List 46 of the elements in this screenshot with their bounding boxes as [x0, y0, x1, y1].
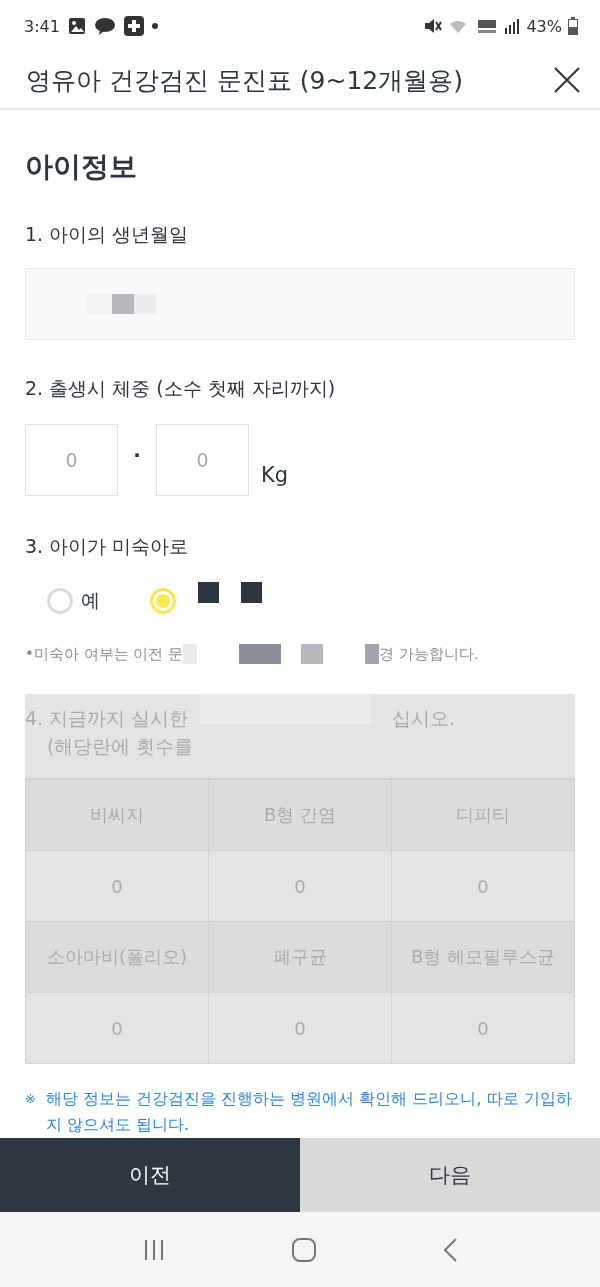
question-label: 1. 아이의 생년월일 — [25, 222, 190, 247]
table-cell: 0 — [26, 993, 209, 1064]
question-label: 십시오. — [391, 706, 455, 731]
battery-icon — [568, 17, 578, 35]
chat-bubble-icon — [93, 17, 116, 35]
previous-button[interactable]: 이전 — [0, 1138, 300, 1212]
input-field[interactable] — [25, 268, 575, 340]
radio-button[interactable] — [150, 588, 176, 614]
gallery-icon — [67, 17, 86, 35]
redaction-block — [112, 294, 134, 314]
question-hint: (해당란에 횟수를 — [46, 734, 195, 759]
input-field[interactable]: 0 — [156, 424, 249, 496]
note-text: •미숙아 여부는 이전 문 — [25, 644, 184, 664]
question-label: 2. 출생시 체중 (소수 첫째 자리까지) — [25, 376, 337, 401]
redaction-block — [239, 644, 282, 664]
plus-icon — [123, 16, 144, 36]
note-text: 경 가능합니다. — [379, 644, 479, 664]
radio-label: 예 — [81, 588, 100, 613]
redaction-block — [198, 581, 219, 603]
decimal-point: · — [132, 443, 142, 467]
unit-label: Kg — [261, 463, 289, 487]
back-icon[interactable] — [441, 1236, 458, 1263]
page-title: 영유아 건강검진 문진표 (9~12개월용) — [26, 64, 463, 97]
redaction-block — [134, 294, 156, 314]
footnote-text: 해당 정보는 건강검진을 진행하는 병원에서 확인해 드리오니, 따로 기입하지 않으셔도 됩니다. — [45, 1088, 573, 1136]
question-label: 3. 아이가 미숙아로 — [25, 534, 190, 559]
mute-icon — [424, 18, 443, 34]
signal-icon — [504, 18, 521, 34]
question-label: 4. 지금까지 실시한 — [25, 706, 189, 731]
status-time: 3:41 — [24, 16, 60, 36]
battery-percent: 43% — [526, 16, 562, 36]
redaction-block — [365, 644, 380, 664]
reference-mark: ※ — [25, 1090, 36, 1108]
section-title: 아이정보 — [25, 149, 138, 185]
table-cell: 0 — [392, 993, 575, 1064]
input-field[interactable]: 0 — [25, 424, 118, 496]
redaction-block — [241, 581, 262, 603]
radio-button[interactable] — [47, 588, 73, 614]
close-icon[interactable] — [554, 67, 580, 93]
dot-icon — [151, 23, 158, 29]
next-button[interactable]: 다음 — [300, 1138, 600, 1212]
redaction-block — [301, 644, 324, 664]
table-cell: 0 — [209, 993, 392, 1064]
home-icon[interactable] — [291, 1236, 317, 1263]
hd-voice-icon — [476, 18, 499, 34]
redaction-block — [86, 294, 112, 314]
